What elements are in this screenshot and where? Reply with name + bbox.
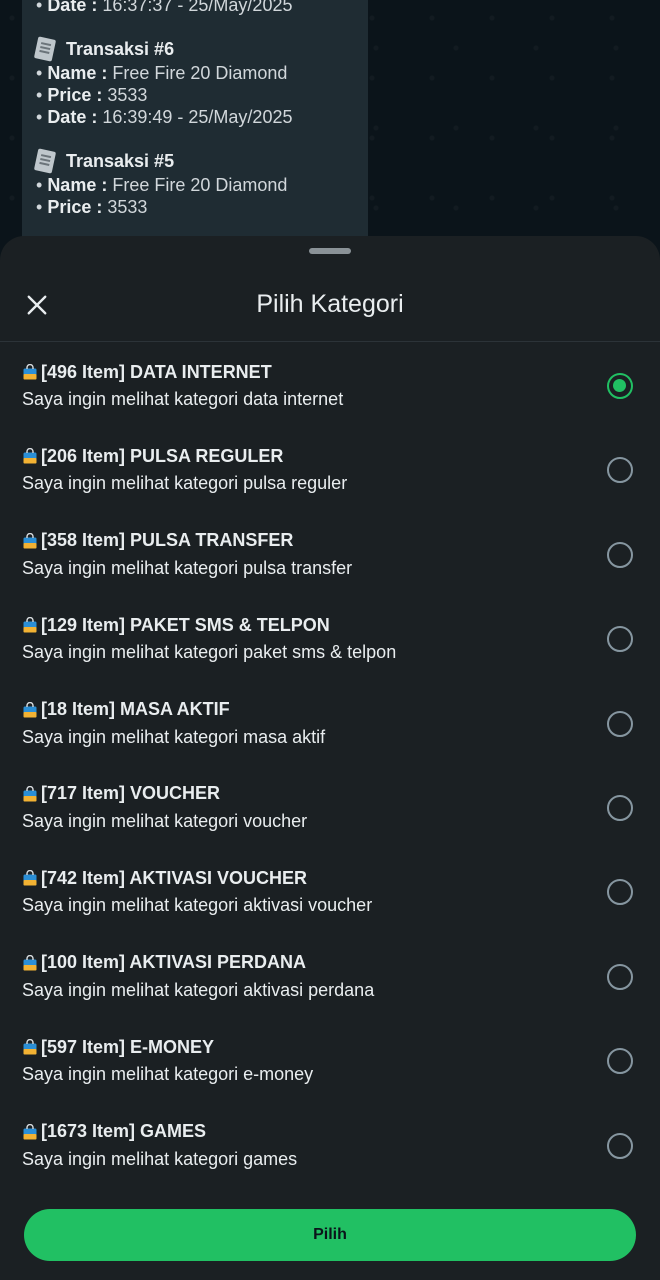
document-icon <box>33 148 57 174</box>
document-icon <box>33 36 57 62</box>
category-description: Saya ingin melihat kategori paket sms & … <box>22 642 397 663</box>
category-title-text: [496 Item] DATA INTERNET <box>41 361 272 382</box>
shopping-bag-icon <box>23 364 37 380</box>
shopping-bag-icon <box>23 1039 37 1055</box>
category-description: Saya ingin melihat kategori pulsa regule… <box>22 473 348 494</box>
shopping-bag-icon <box>23 785 37 802</box>
category-title-text: [1673 Item] GAMES <box>41 1121 207 1142</box>
radio-button[interactable] <box>607 710 633 737</box>
shopping-bag-icon <box>23 617 37 633</box>
name-line: • Name : Free Fire 20 Diamond <box>36 63 288 83</box>
price-line: • Price : 3533 <box>36 197 148 217</box>
category-item[interactable]: [742 Item] AKTIVASI VOUCHER Saya ingin m… <box>0 866 660 950</box>
price-line: • Price : 3533 <box>36 85 148 105</box>
sheet-header: Pilih Kategori <box>0 270 660 342</box>
radio-button[interactable] <box>607 541 633 568</box>
shopping-bag-icon <box>23 1123 37 1140</box>
radio-button[interactable] <box>607 1048 633 1075</box>
category-description: Saya ingin melihat kategori e-money <box>22 1064 314 1085</box>
category-title-text: [742 Item] AKTIVASI VOUCHER <box>41 867 308 888</box>
category-item[interactable]: [597 Item] E-MONEY Saya ingin melihat ka… <box>0 1035 660 1119</box>
category-title-text: [129 Item] PAKET SMS & TELPON <box>41 614 330 635</box>
category-title-text: [597 Item] E-MONEY <box>41 1036 215 1057</box>
category-list: [496 Item] DATA INTERNET Saya ingin meli… <box>0 360 660 1204</box>
category-title: [597 Item] E-MONEY <box>22 1035 214 1059</box>
category-title: [129 Item] PAKET SMS & TELPON <box>22 613 330 637</box>
radio-button[interactable] <box>607 626 633 653</box>
category-item[interactable]: [100 Item] AKTIVASI PERDANA Saya ingin m… <box>0 951 660 1035</box>
category-title-text: [18 Item] MASA AKTIF <box>41 699 230 720</box>
radio-button[interactable] <box>607 457 633 484</box>
category-item[interactable]: [18 Item] MASA AKTIF Saya ingin melihat … <box>0 698 660 782</box>
category-title: [206 Item] PULSA REGULER <box>22 444 283 468</box>
transaction-title: Transaksi #5 <box>33 148 368 174</box>
transaction-title: Transaksi #6 <box>33 36 368 62</box>
category-title-text: [100 Item] AKTIVASI PERDANA <box>41 952 307 973</box>
sheet-title: Pilih Kategori <box>256 290 404 318</box>
category-title-text: [717 Item] VOUCHER <box>41 783 221 804</box>
category-item[interactable]: [717 Item] VOUCHER Saya ingin melihat ka… <box>0 782 660 866</box>
radio-button[interactable] <box>607 963 633 990</box>
date-line: • Date : 16:37:37 - 25/May/2025 <box>36 0 293 15</box>
radio-button[interactable] <box>607 794 633 821</box>
category-item[interactable]: [496 Item] DATA INTERNET Saya ingin meli… <box>0 360 660 444</box>
category-bottom-sheet: Pilih Kategori [496 Item] DATA INTERNET … <box>0 236 660 1280</box>
drag-handle[interactable] <box>309 248 351 254</box>
category-title-text: [206 Item] PULSA REGULER <box>41 445 284 466</box>
radio-button[interactable] <box>607 879 633 906</box>
category-title: [717 Item] VOUCHER <box>22 782 220 806</box>
category-title: [496 Item] DATA INTERNET <box>22 360 272 384</box>
category-item[interactable]: [358 Item] PULSA TRANSFER Saya ingin mel… <box>0 529 660 613</box>
date-line: • Date : 16:39:49 - 25/May/2025 <box>36 107 293 127</box>
category-description: Saya ingin melihat kategori aktivasi vou… <box>22 895 373 916</box>
category-description: Saya ingin melihat kategori games <box>22 1148 298 1169</box>
shopping-bag-icon <box>23 701 37 718</box>
category-item[interactable]: [129 Item] PAKET SMS & TELPON Saya ingin… <box>0 613 660 697</box>
category-description: Saya ingin melihat kategori voucher <box>22 810 308 831</box>
name-line: • Name : Free Fire 20 Diamond <box>36 175 288 195</box>
category-title-text: [358 Item] PULSA TRANSFER <box>41 530 294 551</box>
category-title: [18 Item] MASA AKTIF <box>22 698 230 722</box>
shopping-bag-icon <box>23 448 37 464</box>
category-description: Saya ingin melihat kategori pulsa transf… <box>22 557 353 578</box>
radio-button[interactable] <box>607 1132 633 1159</box>
category-description: Saya ingin melihat kategori data interne… <box>22 389 344 409</box>
category-description: Saya ingin melihat kategori masa aktif <box>22 726 326 747</box>
category-title: [358 Item] PULSA TRANSFER <box>22 529 293 553</box>
category-title: [742 Item] AKTIVASI VOUCHER <box>22 866 307 890</box>
pilih-button[interactable]: Pilih <box>24 1209 636 1261</box>
category-item[interactable]: [206 Item] PULSA REGULER Saya ingin meli… <box>0 444 660 528</box>
radio-button[interactable] <box>607 373 633 399</box>
category-title: [100 Item] AKTIVASI PERDANA <box>22 951 306 975</box>
shopping-bag-icon <box>23 954 37 971</box>
category-item[interactable]: [1673 Item] GAMES Saya ingin melihat kat… <box>0 1120 660 1204</box>
shopping-bag-icon <box>23 870 37 886</box>
category-description: Saya ingin melihat kategori aktivasi per… <box>22 979 375 1000</box>
category-title: [1673 Item] GAMES <box>22 1120 206 1144</box>
shopping-bag-icon <box>23 532 37 549</box>
